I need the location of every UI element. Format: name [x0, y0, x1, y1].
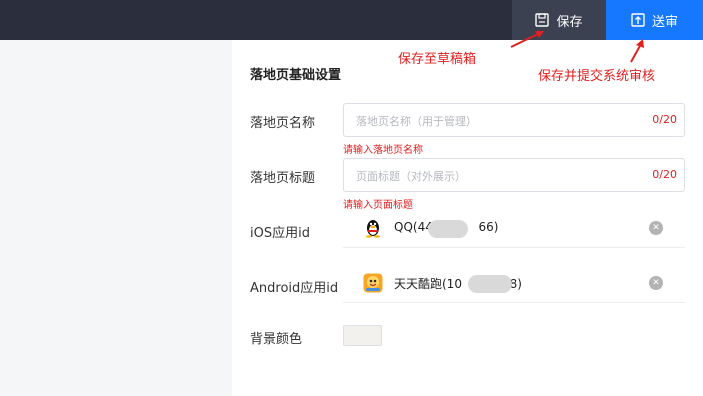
ios-app-id-redaction — [428, 220, 468, 238]
page-name-error: 请输入落地页名称 — [343, 145, 423, 156]
submit-annotation-arrow — [630, 39, 644, 63]
page-name-placeholder: 落地页名称（用于管理） — [356, 115, 477, 128]
bg-color-swatch[interactable] — [343, 325, 382, 346]
submit-review-button-label: 送审 — [651, 14, 678, 30]
bg-color-label: 背景颜色 — [250, 332, 303, 347]
page-title-label: 落地页标题 — [250, 171, 316, 186]
page-title-counter: 0/20 — [652, 168, 677, 181]
page-title-placeholder: 页面标题（对外展示） — [356, 170, 466, 183]
save-button-label: 保存 — [556, 14, 583, 30]
upload-icon — [631, 13, 645, 27]
page-title-input[interactable]: 页面标题（对外展示） 0/20 — [343, 158, 685, 192]
android-app-clear-icon[interactable]: ✕ — [649, 276, 663, 290]
ios-app-id-label: iOS应用id — [250, 226, 310, 241]
ios-app-selection[interactable]: QQ(44 66) ✕ — [343, 208, 685, 248]
page-name-input[interactable]: 落地页名称（用于管理） 0/20 — [343, 103, 685, 137]
android-app-name-start: 天天酷跑(10 — [394, 277, 462, 291]
save-annotation: 保存至草稿箱 — [398, 52, 477, 67]
qq-penguin-icon — [363, 218, 383, 238]
ios-app-name-end: 66) — [478, 220, 499, 234]
android-app-selection[interactable]: 天天酷跑(10 8) ✕ — [343, 263, 685, 303]
android-app-id-label: Android应用id — [250, 281, 339, 296]
section-title: 落地页基础设置 — [250, 68, 342, 83]
submit-review-button[interactable]: 送审 — [606, 0, 703, 40]
game-app-icon — [363, 273, 383, 293]
ios-app-name-start: QQ(44 — [394, 220, 433, 234]
save-icon — [535, 13, 550, 27]
left-sidebar — [0, 40, 232, 396]
ios-app-clear-icon[interactable]: ✕ — [649, 221, 663, 235]
save-annotation-arrow — [510, 31, 544, 48]
android-app-id-redaction — [468, 275, 512, 293]
submit-annotation: 保存并提交系统审核 — [538, 69, 656, 84]
page-name-label: 落地页名称 — [250, 116, 316, 131]
page-name-counter: 0/20 — [652, 113, 677, 126]
